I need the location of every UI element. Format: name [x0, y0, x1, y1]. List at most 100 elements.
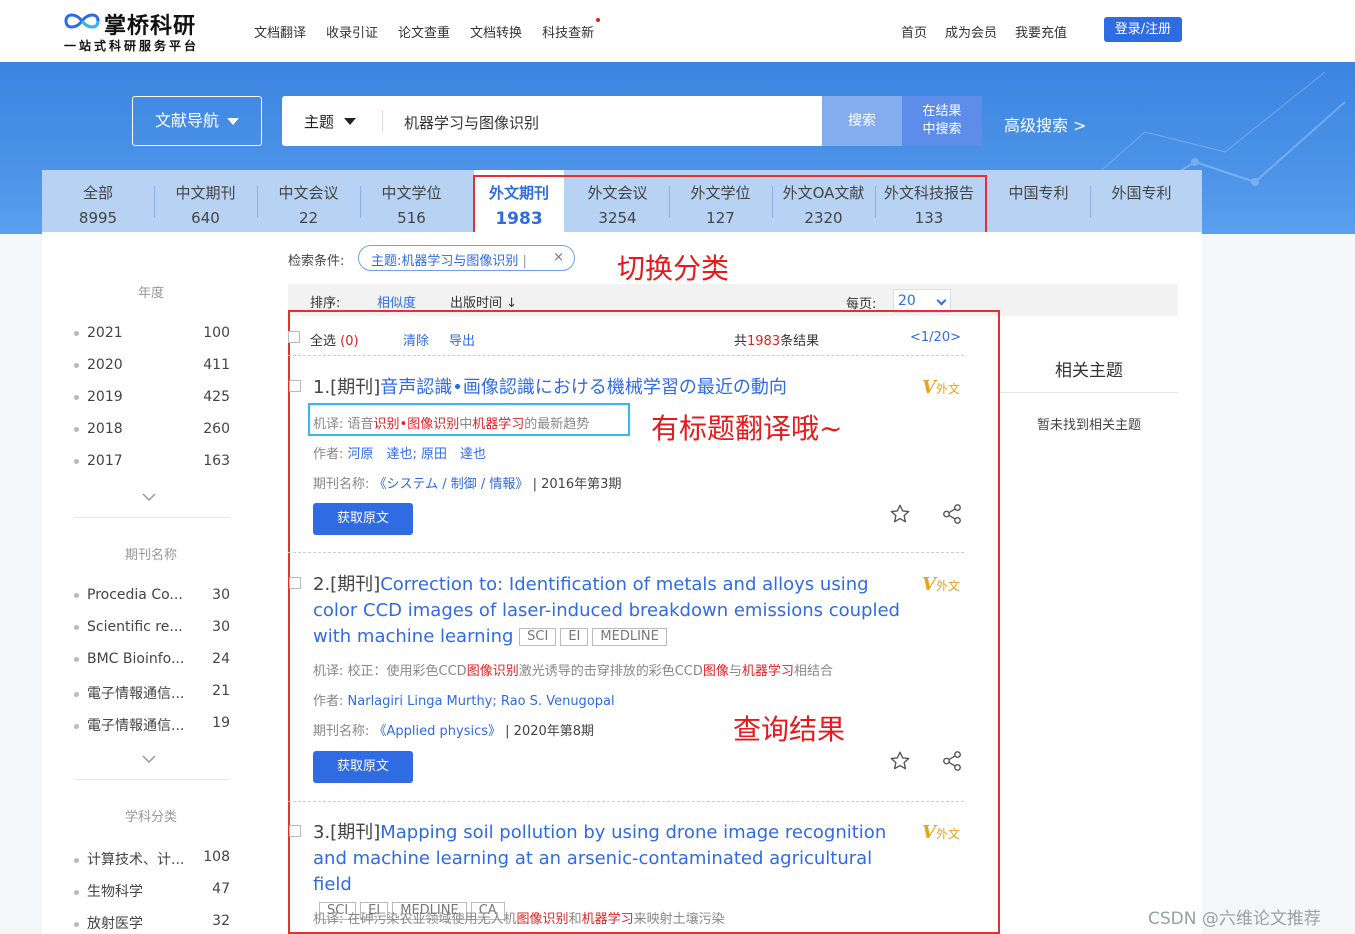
tab-all[interactable]: 全部 8995 [42, 170, 154, 232]
filter-count: 21 [212, 683, 230, 699]
filter-journal-item[interactable]: Scientific re... 30 [74, 619, 230, 635]
mt-highlight: 图像识别 [516, 912, 569, 927]
nav-membership[interactable]: 成为会员 [945, 22, 997, 41]
filter-count: 24 [212, 651, 230, 667]
doc-nav-button[interactable]: 文献导航 [132, 96, 262, 146]
filter-label: 生物科学 [87, 884, 143, 900]
get-fulltext-button[interactable]: 获取原文 [313, 751, 413, 783]
tab-count: 640 [191, 209, 220, 227]
tab-cn-patent[interactable]: 中国专利 [987, 170, 1090, 232]
subject-section-title: 学科分类 [124, 810, 177, 825]
mt-text: 在砷污染农业领域使用无人机 [347, 912, 517, 927]
filter-journal-item[interactable]: BMC Bioinfo... 24 [74, 651, 230, 667]
annotation-query-results: 查询结果 [733, 713, 846, 746]
related-topics-title: 相关主题 [1055, 361, 1123, 381]
journal-link[interactable]: 《システム / 制御 / 情報》 [374, 477, 529, 492]
bullet-icon [74, 889, 79, 895]
machine-translation: 机译: 校正：使用彩色CCD图像识别激光诱导的击穿排放的彩色CCD图像与机器学习… [313, 660, 833, 679]
select-all-label[interactable]: 全选 (0) [310, 330, 359, 349]
tab-count: 516 [397, 209, 426, 227]
login-button[interactable]: 登录/注册 [1104, 17, 1182, 42]
bullet-icon [74, 921, 79, 927]
nav-doc-convert[interactable]: 文档转换 [470, 22, 522, 41]
author-links[interactable]: 河原 達也; 原田 達也 [348, 447, 487, 462]
in-result-line1: 在结果 [922, 104, 962, 119]
filter-journal-item[interactable]: 電子情報通信... 19 [74, 715, 230, 735]
search-button[interactable]: 搜索 [822, 96, 902, 146]
mt-highlight: 图像 [702, 664, 729, 679]
filter-year-item[interactable]: 2020 411 [74, 357, 230, 373]
share-icon[interactable] [941, 750, 963, 772]
nav-recharge[interactable]: 我要充值 [1015, 22, 1067, 41]
search-input[interactable]: 机器学习与图像识别 [404, 112, 539, 133]
sort-by-relevance[interactable]: 相似度 [377, 292, 416, 311]
filter-subject-item[interactable]: 计算技术、计... 108 [74, 849, 230, 869]
nav-citation[interactable]: 收录引证 [326, 22, 378, 41]
annotation-box-translation [308, 403, 630, 436]
field-caret-down-icon[interactable] [344, 118, 356, 125]
search-field-select[interactable]: 主题 [304, 111, 334, 132]
bullet-icon [74, 691, 79, 697]
bullet-icon [74, 656, 79, 662]
sort-by-date[interactable]: 出版时间 ↓ [450, 292, 517, 311]
filter-subject-item[interactable]: 生物科学 47 [74, 881, 230, 901]
filter-label: 放射医学 [87, 916, 143, 932]
filter-label: BMC Bioinfo... [87, 651, 185, 667]
per-page-value: 20 [898, 293, 916, 309]
bullet-icon [74, 394, 79, 400]
total-suffix: 条结果 [780, 334, 820, 349]
index-tag: MEDLINE [592, 628, 667, 646]
filter-journal-item[interactable]: Procedia Co... 30 [74, 587, 230, 603]
share-icon[interactable] [941, 503, 963, 525]
condition-tag[interactable]: 主题:机器学习与图像识别 | × [358, 245, 575, 271]
result-authors: 作者: 河原 達也; 原田 達也 [313, 443, 486, 462]
expand-chevron-down-icon[interactable] [142, 752, 156, 766]
journal-issue: | 2020年第8期 [505, 724, 595, 739]
result-title[interactable]: 1.[期刊]音声認識•画像認識における機械学習の最近の動向 [313, 375, 903, 401]
mt-text: 相结合 [793, 664, 833, 679]
clear-selection-link[interactable]: 清除 [403, 330, 429, 349]
mt-highlight: 机器学习 [741, 664, 794, 679]
filter-year-item[interactable]: 2019 425 [74, 389, 230, 405]
export-link[interactable]: 导出 [449, 330, 475, 349]
selected-count: (0) [340, 334, 359, 349]
journal-label: 期刊名称: [313, 477, 370, 492]
pager[interactable]: <1/20> [910, 330, 961, 345]
nav-plagiarism[interactable]: 论文查重 [398, 22, 450, 41]
search-box: 主题 机器学习与图像识别 [282, 96, 822, 146]
tab-cn-conference[interactable]: 中文会议 22 [257, 170, 360, 232]
tab-foreign-patent[interactable]: 外国专利 [1090, 170, 1193, 232]
filter-year-item[interactable]: 2021 100 [74, 325, 230, 341]
filter-subject-item[interactable]: 放射医学 32 [74, 913, 230, 933]
search-in-results-button[interactable]: 在结果 中搜索 [902, 96, 982, 146]
result-checkbox[interactable] [289, 380, 301, 392]
brand-name: 掌桥科研 [104, 14, 197, 39]
v-logo-icon: V [922, 822, 936, 843]
result-checkbox[interactable] [289, 577, 301, 589]
annotation-title-translation: 有标题翻译哦~ [651, 412, 843, 445]
nav-home[interactable]: 首页 [901, 22, 927, 41]
nav-novelty-search[interactable]: 科技查新 [542, 18, 601, 41]
select-all-checkbox[interactable] [288, 331, 300, 343]
infinity-logo-icon [64, 13, 100, 29]
nav-doc-translate[interactable]: 文档翻译 [254, 22, 306, 41]
expand-chevron-down-icon[interactable] [142, 490, 156, 504]
author-links[interactable]: Narlagiri Linga Murthy; Rao S. Venugopal [348, 694, 615, 709]
filter-journal-item[interactable]: 電子情報通信... 21 [74, 683, 230, 703]
foreign-badge: V外文 [922, 377, 960, 398]
close-icon[interactable]: × [553, 250, 564, 265]
journal-link[interactable]: 《Applied physics》 [374, 724, 502, 739]
star-icon[interactable] [889, 750, 911, 772]
get-fulltext-button[interactable]: 获取原文 [313, 503, 413, 535]
advanced-search-link[interactable]: 高级搜索 > [1004, 112, 1087, 136]
tab-cn-journal[interactable]: 中文期刊 640 [154, 170, 257, 232]
filter-year-item[interactable]: 2017 163 [74, 453, 230, 469]
star-icon[interactable] [889, 503, 911, 525]
tab-cn-thesis[interactable]: 中文学位 516 [360, 170, 463, 232]
search-separator [382, 110, 383, 132]
filter-year-item[interactable]: 2018 260 [74, 421, 230, 437]
result-checkbox[interactable] [289, 825, 301, 837]
logo[interactable]: 掌桥科研 一站式科研服务平台 [60, 6, 220, 56]
result-index: 1.[期刊] [313, 377, 381, 398]
result-title[interactable]: 2.[期刊]Correction to: Identification of m… [313, 572, 903, 650]
